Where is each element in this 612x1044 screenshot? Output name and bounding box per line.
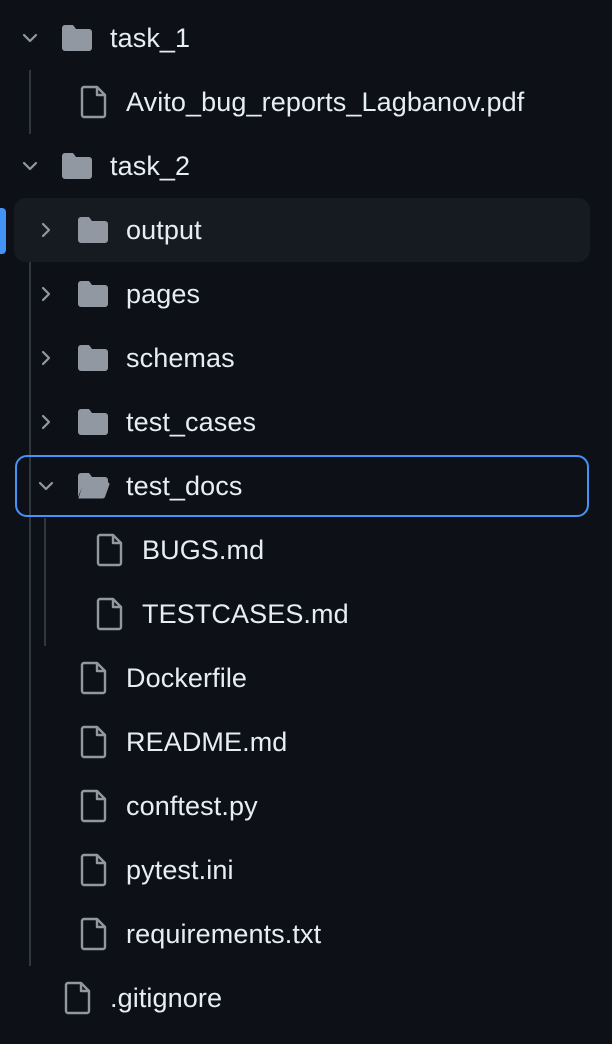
file-icon [80,917,108,951]
tree-item-label: conftest.py [126,791,258,821]
chevron-right-icon[interactable] [36,284,56,304]
active-indicator [0,208,6,254]
tree-item-label: task_2 [110,151,191,181]
chevron-down-icon[interactable] [20,28,40,48]
tree-item-label: test_docs [126,471,243,501]
chevron-down-icon[interactable] [20,156,40,176]
chevron-down-icon[interactable] [36,476,56,496]
tree-item-label: pages [126,279,201,309]
tree-item-readme-md[interactable]: README.md [14,710,590,774]
tree-item-dockerfile[interactable]: Dockerfile [14,646,590,710]
tree-item-label: schemas [126,343,235,373]
file-icon [96,597,124,631]
tree-item-label: requirements.txt [126,919,322,949]
tree-item-pytest-ini[interactable]: pytest.ini [14,838,590,902]
tree-item-task-1[interactable]: task_1 [14,6,590,70]
folder-icon [76,407,110,437]
tree-item-conftest-py[interactable]: conftest.py [14,774,590,838]
chevron-right-icon[interactable] [36,412,56,432]
tree-item-label: BUGS.md [142,535,265,565]
tree-item-label: TESTCASES.md [142,599,349,629]
file-icon [80,853,108,887]
tree-item-bugs-md[interactable]: BUGS.md [14,518,590,582]
tree-item-test-docs[interactable]: test_docs [15,455,589,517]
tree-item-label: test_cases [126,407,257,437]
folder-icon [76,343,110,373]
tree-item-label: .gitignore [110,983,223,1013]
tree-item-label: task_1 [110,23,191,53]
file-icon [80,661,108,695]
file-icon [80,85,108,119]
folder-open-icon [76,471,110,501]
tree-item-task-2[interactable]: task_2 [14,134,590,198]
chevron-right-icon[interactable] [36,220,56,240]
tree-item-testcases-md[interactable]: TESTCASES.md [14,582,590,646]
file-icon [64,981,92,1015]
tree-item-test-cases[interactable]: test_cases [14,390,590,454]
tree-item-label: output [126,215,202,245]
tree-item-label: pytest.ini [126,855,234,885]
file-icon [80,725,108,759]
file-icon [96,533,124,567]
tree-item-gitignore[interactable]: .gitignore [14,966,590,1030]
tree-item-schemas[interactable]: schemas [14,326,590,390]
folder-icon [76,215,110,245]
tree-item-label: README.md [126,727,288,757]
tree-item-label: Avito_bug_reports_Lagbanov.pdf [126,87,525,117]
tree-item-requirements-txt[interactable]: requirements.txt [14,902,590,966]
folder-icon [60,151,94,181]
file-icon [80,789,108,823]
folder-icon [76,279,110,309]
tree-item-output[interactable]: output [14,198,590,262]
file-tree: task_1 Avito_bug_reports_Lagbanov.pdf ta… [0,0,612,1044]
tree-item-avito-bug-reports-pdf[interactable]: Avito_bug_reports_Lagbanov.pdf [14,70,590,134]
folder-icon [60,23,94,53]
tree-item-label: Dockerfile [126,663,248,693]
tree-item-pages[interactable]: pages [14,262,590,326]
chevron-right-icon[interactable] [36,348,56,368]
